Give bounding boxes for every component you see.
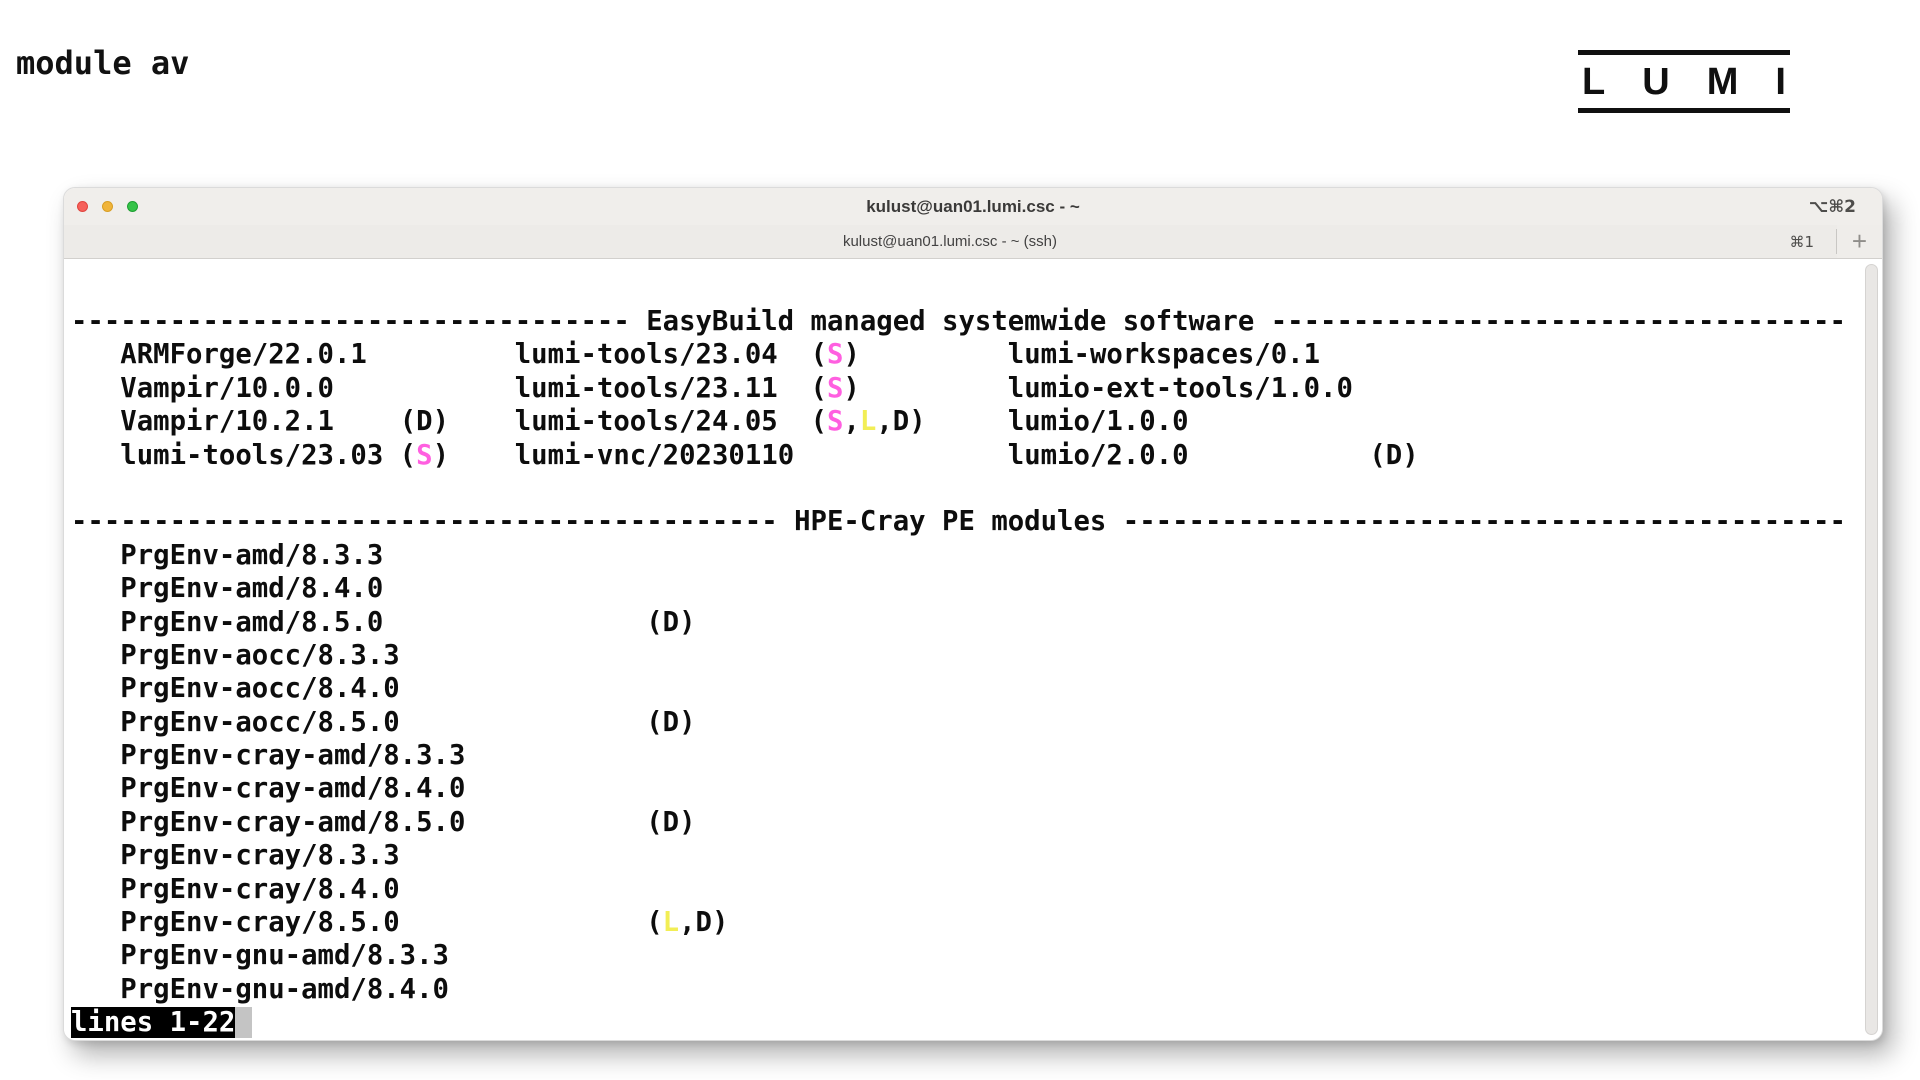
- ssh-tab[interactable]: kulust@uan01.lumi.csc - ~ (ssh) ⌘1: [64, 225, 1836, 258]
- terminal-line: PrgEnv-cray-amd/8.4.0: [71, 773, 466, 805]
- terminal-line: PrgEnv-aocc/8.4.0: [71, 673, 400, 705]
- logo-letter: L: [1582, 61, 1606, 103]
- title-bar[interactable]: kulust@uan01.lumi.csc - ~ ⌥⌘2: [64, 188, 1882, 225]
- terminal-output: ---------------------------------- EasyB…: [71, 305, 1882, 1040]
- logo-letter: I: [1775, 61, 1786, 103]
- terminal-line: PrgEnv-amd/8.3.3: [71, 539, 384, 571]
- slide: module av L U M I kulust@uan01.lumi.csc …: [0, 0, 1920, 1080]
- terminal-line: Vampir/10.2.1 (D) lumi-tools/24.05 (S,L,…: [71, 406, 1189, 438]
- terminal-line: PrgEnv-aocc/8.5.0 (D): [71, 706, 696, 738]
- tab-shortcut-badge: ⌘1: [1789, 233, 1814, 251]
- terminal-line: PrgEnv-gnu-amd/8.4.0: [71, 973, 449, 1005]
- scrollbar-thumb[interactable]: [1865, 264, 1878, 1035]
- terminal-line: Vampir/10.0.0 lumi-tools/23.11 (S) lumio…: [71, 372, 1353, 404]
- window-shortcut-badge: ⌥⌘2: [1808, 197, 1856, 217]
- command-title: module av: [16, 44, 190, 82]
- tab-title: kulust@uan01.lumi.csc - ~ (ssh): [842, 233, 1058, 250]
- lumi-logo: L U M I: [1578, 50, 1790, 113]
- tab-bar: kulust@uan01.lumi.csc - ~ (ssh) ⌘1 +: [64, 225, 1882, 259]
- terminal-line: PrgEnv-amd/8.5.0 (D): [71, 606, 696, 638]
- terminal-line: PrgEnv-cray/8.5.0 (L,D): [71, 907, 729, 939]
- terminal-line: ---------------------------------- EasyB…: [71, 306, 1846, 337]
- terminal-line: lumi-tools/23.03 (S) lumi-vnc/20230110 l…: [71, 439, 1419, 471]
- terminal-line: PrgEnv-gnu-amd/8.3.3: [71, 940, 449, 972]
- terminal-body[interactable]: ---------------------------------- EasyB…: [64, 260, 1882, 1040]
- terminal-line: PrgEnv-amd/8.4.0: [71, 573, 384, 605]
- terminal-line: PrgEnv-cray/8.3.3: [71, 840, 400, 872]
- terminal-line: PrgEnv-cray-amd/8.5.0 (D): [71, 806, 696, 838]
- terminal-window: kulust@uan01.lumi.csc - ~ ⌥⌘2 kulust@uan…: [63, 187, 1883, 1041]
- logo-letter: U: [1642, 61, 1670, 103]
- terminal-line: PrgEnv-aocc/8.3.3: [71, 639, 400, 671]
- status-pager-indicator: lines 1-22: [71, 1007, 236, 1039]
- new-tab-button[interactable]: +: [1837, 225, 1882, 258]
- terminal-line: PrgEnv-cray/8.4.0: [71, 873, 400, 905]
- lumi-logo-text: L U M I: [1578, 62, 1790, 102]
- terminal-line: ARMForge/22.0.1 lumi-tools/23.04 (S) lum…: [71, 339, 1321, 371]
- terminal-line: ----------------------------------------…: [71, 506, 1846, 538]
- terminal-line: PrgEnv-cray-amd/8.3.3: [71, 740, 466, 772]
- logo-letter: M: [1706, 61, 1739, 103]
- terminal-line: lines 1-22: [71, 1006, 1882, 1039]
- window-title: kulust@uan01.lumi.csc - ~: [866, 196, 1080, 216]
- terminal-cursor: [235, 1007, 252, 1039]
